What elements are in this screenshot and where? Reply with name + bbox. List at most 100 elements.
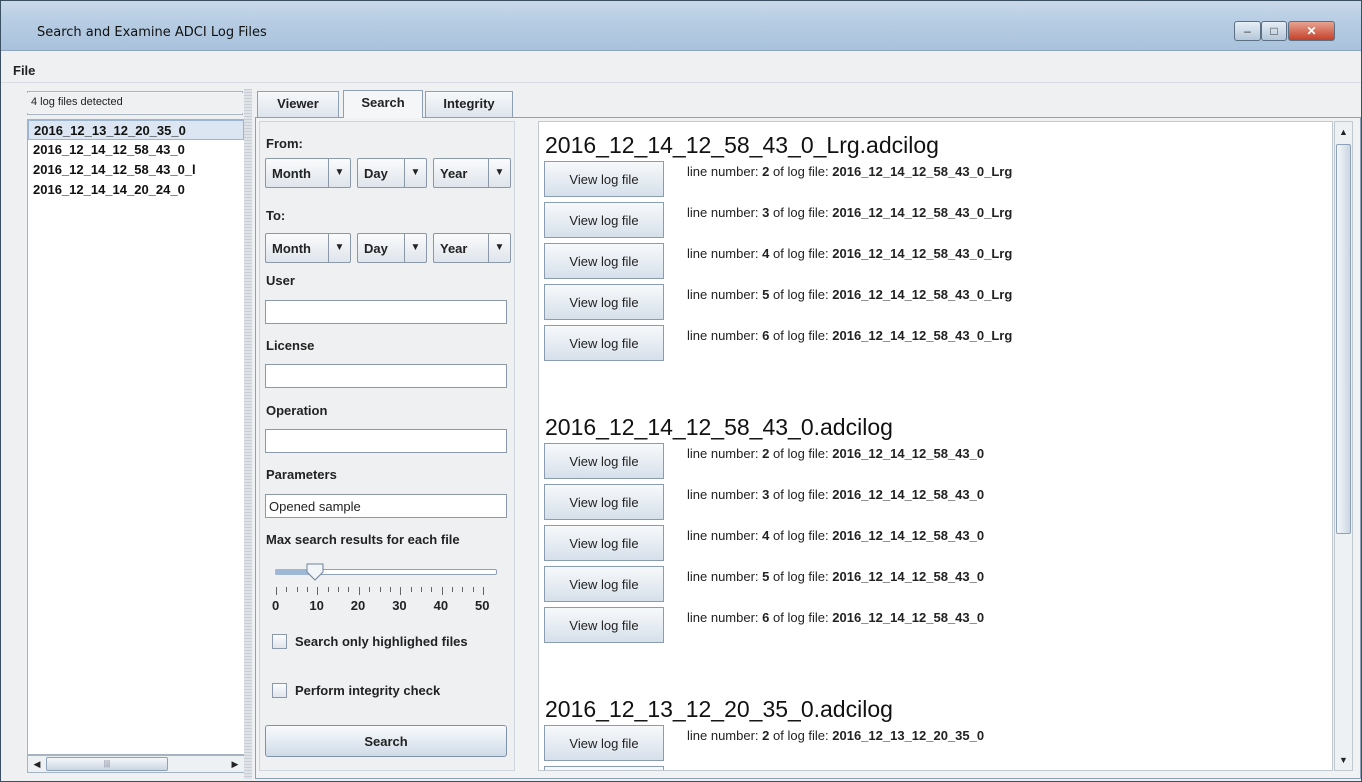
chevron-down-icon: ▼ (404, 234, 426, 262)
license-label: License (266, 338, 315, 353)
slider-tick (286, 587, 288, 592)
max-results-slider[interactable] (271, 563, 499, 609)
view-log-file-button[interactable]: View log file (544, 243, 664, 279)
view-log-file-button[interactable]: View log file (544, 284, 664, 320)
user-field[interactable] (265, 300, 507, 324)
file-list-pane: 4 log files detected 2016_12_13_12_20_35… (5, 89, 245, 779)
operation-field[interactable] (265, 429, 507, 453)
slider-tick (420, 587, 422, 592)
result-line: line number: 4 of log file: 2016_12_14_1… (687, 246, 1013, 261)
parameters-label: Parameters (266, 467, 337, 482)
result-line: line number: 5 of log file: 2016_12_14_1… (687, 287, 1013, 302)
search-highlighted-checkbox[interactable] (272, 634, 287, 649)
slider-tick (276, 587, 277, 595)
file-list-item[interactable]: 2016_12_14_12_58_43_0 (28, 140, 244, 160)
slider-tick (483, 587, 484, 595)
scroll-down-icon[interactable]: ▼ (1336, 752, 1351, 768)
result-line: line number: 2 of log file: 2016_12_14_1… (687, 164, 1013, 179)
view-log-file-button[interactable]: View log file (544, 161, 664, 197)
slider-tick-label: 0 (272, 598, 280, 613)
from-day-select[interactable]: Day ▼ (357, 158, 427, 188)
tab-search[interactable]: Search (343, 90, 423, 118)
window-title: Search and Examine ADCI Log Files (37, 25, 267, 40)
slider-knob[interactable] (306, 563, 324, 581)
slider-tick (451, 587, 453, 592)
chevron-down-icon: ▼ (488, 234, 510, 262)
view-log-file-button[interactable]: View log file (544, 766, 664, 770)
view-log-file-button[interactable]: View log file (544, 607, 664, 643)
slider-tick (369, 587, 371, 592)
from-month-select[interactable]: Month ▼ (265, 158, 351, 188)
menu-file[interactable]: File (13, 63, 35, 78)
slider-tick (472, 587, 474, 592)
slider-tick (462, 587, 464, 592)
files-detected-status: 4 log files detected (27, 93, 243, 113)
view-log-file-button[interactable]: View log file (544, 484, 664, 520)
from-label: From: (266, 136, 303, 151)
view-log-file-button[interactable]: View log file (544, 443, 664, 479)
result-line: line number: 3 of log file: 2016_12_14_1… (687, 487, 985, 502)
view-log-file-button[interactable]: View log file (544, 202, 664, 238)
parameters-field[interactable]: Opened sample (265, 494, 507, 518)
maximize-button[interactable]: □ (1261, 21, 1287, 41)
result-group-title: 2016_12_14_12_58_43_0_Lrg.adcilog (545, 132, 939, 158)
file-list-item[interactable]: 2016_12_13_12_20_35_0 (28, 120, 244, 140)
license-field[interactable] (265, 364, 507, 388)
file-list[interactable]: 2016_12_13_12_20_35_0 2016_12_14_12_58_43… (27, 119, 245, 755)
result-line: line number: 4 of log file: 2016_12_14_1… (687, 528, 985, 543)
chevron-down-icon: ▼ (328, 159, 350, 187)
pane-splitter[interactable] (244, 89, 252, 779)
slider-tick-label: 50 (475, 598, 490, 613)
operation-label: Operation (266, 403, 328, 418)
result-line: line number: 6 of log file: 2016_12_14_1… (687, 328, 1013, 343)
view-log-file-button[interactable]: View log file (544, 325, 664, 361)
scroll-thumb[interactable] (1336, 144, 1351, 534)
slider-tick (348, 587, 350, 592)
result-line: line number: 2 of log file: 2016_12_14_1… (687, 446, 985, 461)
file-list-item[interactable]: 2016_12_14_12_58_43_0_l (28, 160, 244, 180)
vertical-scrollbar[interactable]: ▲ ▼ (1334, 121, 1353, 771)
to-day-select[interactable]: Day ▼ (357, 233, 427, 263)
file-list-item[interactable]: 2016_12_14_14_20_24_0 (28, 180, 244, 200)
view-log-file-button[interactable]: View log file (544, 725, 664, 761)
scroll-thumb[interactable]: ||| (46, 757, 168, 771)
slider-tick (431, 587, 433, 592)
title-bar: Search and Examine ADCI Log Files – □ ✕ (1, 1, 1361, 51)
slider-tick (389, 587, 391, 592)
slider-tick (358, 587, 360, 595)
result-line: line number: 3 of log file: 2016_12_14_1… (687, 205, 1013, 220)
result-group-title: 2016_12_14_12_58_43_0.adcilog (545, 414, 893, 440)
to-label: To: (266, 208, 286, 223)
search-button[interactable]: Search (265, 725, 507, 757)
to-year-select[interactable]: Year ▼ (433, 233, 511, 263)
integrity-check-checkbox[interactable] (272, 683, 287, 698)
slider-tick-label: 10 (309, 598, 324, 613)
slider-tick (410, 587, 412, 592)
slider-tick (441, 587, 443, 595)
scroll-up-icon[interactable]: ▲ (1336, 124, 1351, 140)
tab-viewer[interactable]: Viewer (257, 91, 339, 117)
horizontal-scrollbar[interactable]: ◀ ||| ▶ (27, 755, 245, 773)
scroll-left-icon[interactable]: ◀ (29, 757, 45, 771)
scroll-right-icon[interactable]: ▶ (227, 757, 243, 771)
slider-tick (317, 587, 319, 595)
to-month-select[interactable]: Month ▼ (265, 233, 351, 263)
result-line: line number: 3 of log file: 2016_12_13_1… (687, 769, 984, 770)
slider-tick (307, 587, 309, 592)
app-window: Search and Examine ADCI Log Files – □ ✕ … (0, 0, 1362, 782)
slider-tick (400, 587, 402, 595)
minimize-button[interactable]: – (1234, 21, 1261, 41)
from-year-select[interactable]: Year ▼ (433, 158, 511, 188)
result-line: line number: 2 of log file: 2016_12_13_1… (687, 728, 985, 743)
result-group-title: 2016_12_13_12_20_35_0.adcilog (545, 696, 893, 722)
search-results: 2016_12_14_12_58_43_0_Lrg.adcilog View lo… (538, 121, 1333, 771)
chevron-down-icon: ▼ (328, 234, 350, 262)
chevron-down-icon: ▼ (488, 159, 510, 187)
view-log-file-button[interactable]: View log file (544, 566, 664, 602)
view-log-file-button[interactable]: View log file (544, 525, 664, 561)
menu-bar: File (1, 59, 1361, 83)
search-highlighted-label: Search only highlighed files (295, 634, 468, 649)
close-button[interactable]: ✕ (1288, 21, 1335, 41)
tab-integrity[interactable]: Integrity (425, 91, 513, 117)
slider-tick (296, 587, 298, 592)
